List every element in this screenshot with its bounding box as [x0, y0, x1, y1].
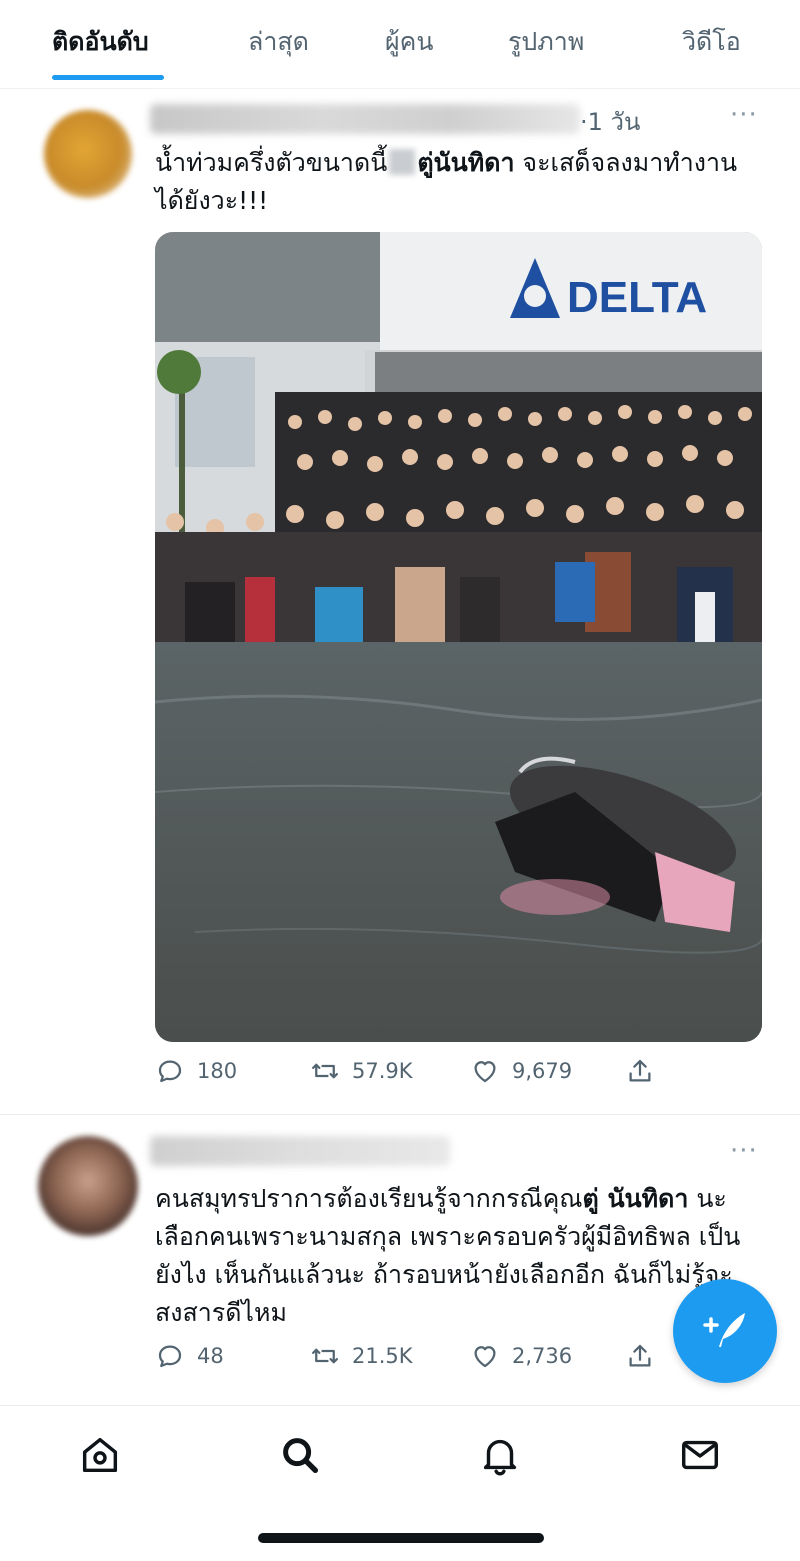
like-button[interactable]: 2,736	[470, 1341, 572, 1371]
tweet-actions: 48 21.5K 2,736	[155, 1341, 675, 1381]
like-count: 9,679	[512, 1059, 573, 1083]
compose-tweet-button[interactable]	[673, 1279, 777, 1383]
tweet-time: ·1 วัน	[580, 108, 641, 136]
retweet-icon	[312, 1348, 338, 1364]
delta-sign-text: DELTA	[567, 273, 707, 322]
reply-count: 48	[197, 1344, 224, 1368]
retweet-icon	[312, 1063, 338, 1079]
nav-messages[interactable]	[677, 1432, 723, 1478]
heart-icon	[474, 1346, 496, 1368]
more-options-icon[interactable]: ···	[730, 100, 758, 130]
compose-tweet-icon	[703, 1313, 745, 1347]
share-icon	[629, 1059, 651, 1082]
retweet-button[interactable]: 21.5K	[310, 1341, 413, 1371]
tweet-mention[interactable]: ตู่นันทิดา	[417, 148, 514, 177]
retweet-button[interactable]: 57.9K	[310, 1056, 413, 1086]
like-button[interactable]: 9,679	[470, 1056, 572, 1086]
tab-photos[interactable]: รูปภาพ	[508, 22, 584, 62]
nav-notifications[interactable]	[477, 1432, 523, 1478]
flood-photo-illustration: DELTA	[155, 232, 762, 1042]
avatar[interactable]	[44, 110, 132, 198]
reply-icon	[158, 1345, 182, 1368]
active-tab-indicator	[52, 75, 164, 80]
retweet-count: 21.5K	[352, 1344, 413, 1368]
reply-button[interactable]: 180	[155, 1056, 237, 1086]
author-name-blurred[interactable]	[150, 104, 580, 134]
search-icon	[283, 1438, 319, 1474]
retweet-count: 57.9K	[352, 1059, 413, 1083]
share-button[interactable]	[625, 1341, 655, 1371]
tab-people[interactable]: ผู้คน	[385, 22, 433, 62]
tweet-text: น้ำท่วมครึ่งตัวขนาดนี้ ตู่นันทิดา จะเสด็จ…	[155, 144, 755, 220]
censor-mark	[389, 149, 416, 175]
tab-videos[interactable]: วิดีโอ	[682, 22, 741, 62]
messages-icon	[681, 1440, 719, 1470]
reply-count: 180	[197, 1059, 238, 1083]
tweet-divider	[0, 1114, 800, 1115]
tweet-photo[interactable]: DELTA	[155, 232, 762, 1042]
tweet-text-part: คนสมุทรปราการต้องเรียนรู้จากกรณีคุณ	[155, 1184, 583, 1213]
notifications-icon	[483, 1439, 517, 1476]
reply-icon	[158, 1060, 182, 1083]
tweet-actions: 180 57.9K 9,679	[155, 1056, 675, 1096]
tab-top[interactable]: ติดอันดับ	[52, 22, 149, 62]
tweet-text: คนสมุทรปราการต้องเรียนรู้จากกรณีคุณตู่ น…	[155, 1180, 765, 1332]
tab-latest[interactable]: ล่าสุด	[248, 22, 309, 62]
home-icon	[82, 1437, 118, 1473]
heart-icon	[474, 1061, 496, 1083]
tweet-mention[interactable]: ตู่ นันทิดา	[583, 1184, 689, 1213]
nav-home[interactable]	[77, 1432, 123, 1478]
reply-button[interactable]: 48	[155, 1341, 224, 1371]
share-button[interactable]	[625, 1056, 655, 1086]
author-name-blurred[interactable]	[150, 1136, 450, 1166]
avatar[interactable]	[38, 1136, 138, 1236]
like-count: 2,736	[512, 1344, 573, 1368]
share-icon	[629, 1344, 651, 1367]
explore-tabs: ติดอันดับ ล่าสุด ผู้คน รูปภาพ วิดีโอ	[0, 0, 800, 88]
more-options-icon[interactable]: ···	[730, 1136, 758, 1166]
tabs-divider	[0, 88, 800, 89]
tweet-text-part: น้ำท่วมครึ่งตัวขนาดนี้	[155, 148, 388, 177]
nav-search[interactable]	[277, 1432, 323, 1478]
home-indicator[interactable]	[258, 1533, 544, 1543]
